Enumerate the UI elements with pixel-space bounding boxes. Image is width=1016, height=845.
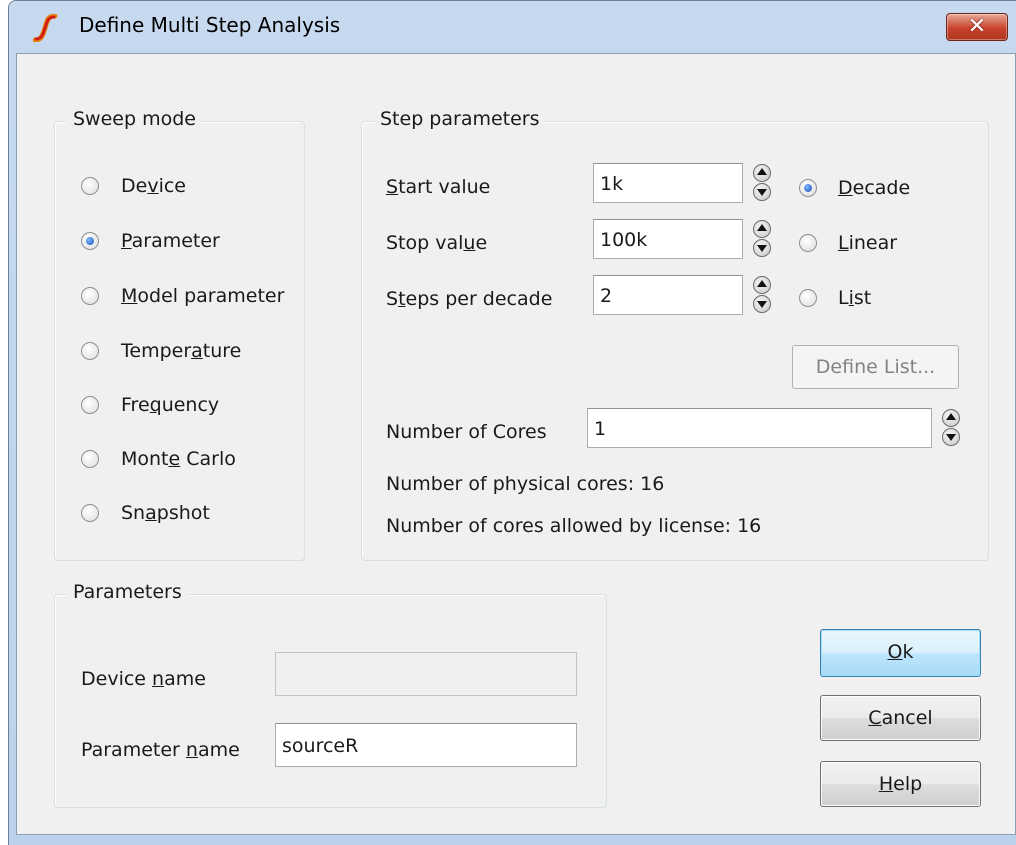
sweep-mode-title: Sweep mode (67, 108, 202, 130)
parameter-name-label: Parameter name (81, 739, 240, 761)
radio-label: Monte Carlo (121, 448, 236, 470)
define-list-button[interactable]: Define List... (792, 345, 959, 389)
dialog-client-area: Sweep mode Device Parameter Model parame… (16, 53, 1016, 835)
stop-value-label: Stop value (386, 232, 488, 254)
parameters-group: Parameters Device name Parameter name so… (54, 581, 607, 808)
parameter-name-field[interactable]: sourceR (275, 723, 577, 767)
close-icon: ✕ (967, 14, 987, 39)
close-button[interactable]: ✕ (946, 13, 1008, 41)
title-bar[interactable]: Define Multi Step Analysis ✕ (9, 1, 1016, 53)
radio-button[interactable] (799, 289, 817, 307)
spin-down-icon[interactable] (753, 239, 771, 257)
start-value-field[interactable]: 1k (593, 163, 743, 203)
steps-per-decade-spinner[interactable] (753, 275, 771, 315)
spin-down-icon[interactable] (942, 428, 960, 446)
number-of-cores-spinner[interactable] (942, 408, 960, 448)
window-title: Define Multi Step Analysis (79, 13, 341, 37)
steps-per-decade-field[interactable]: 2 (593, 275, 743, 315)
start-value-label: Start value (386, 176, 491, 198)
steps-per-decade-label: Steps per decade (386, 288, 553, 310)
physical-cores-text: Number of physical cores: 16 (386, 473, 665, 495)
radio-button-selected[interactable] (81, 232, 99, 250)
radio-label: Model parameter (121, 285, 285, 307)
step-parameters-title: Step parameters (374, 108, 546, 130)
radio-button-selected[interactable] (799, 179, 817, 197)
start-value-spinner[interactable] (753, 163, 771, 203)
radio-label: Frequency (121, 394, 220, 416)
radio-label: Device (121, 175, 186, 197)
spin-down-icon[interactable] (753, 183, 771, 201)
number-of-cores-label: Number of Cores (386, 421, 547, 443)
radio-button[interactable] (81, 396, 99, 414)
spin-down-icon[interactable] (753, 295, 771, 313)
simetrix-logo-icon (33, 14, 58, 42)
license-cores-text: Number of cores allowed by license: 16 (386, 515, 762, 537)
radio-label: Decade (838, 177, 911, 199)
device-name-label: Device name (81, 668, 206, 690)
sweep-mode-group: Sweep mode Device Parameter Model parame… (54, 108, 305, 561)
step-parameters-group: Step parameters Start value 1k Stop valu… (361, 108, 989, 561)
radio-label: Snapshot (121, 502, 210, 524)
spin-up-icon[interactable] (753, 220, 771, 238)
spin-up-icon[interactable] (753, 164, 771, 182)
radio-button[interactable] (81, 287, 99, 305)
radio-label: Parameter (121, 230, 220, 252)
radio-button[interactable] (81, 177, 99, 195)
parameters-title: Parameters (67, 581, 188, 603)
radio-button[interactable] (799, 234, 817, 252)
stop-value-field[interactable]: 100k (593, 219, 743, 259)
device-name-field[interactable] (275, 652, 577, 696)
dialog-window: Define Multi Step Analysis ✕ Sweep mode … (8, 0, 1016, 845)
radio-label: List (838, 287, 872, 309)
cancel-button[interactable]: Cancel (820, 695, 981, 741)
radio-label: Linear (838, 232, 898, 254)
radio-button[interactable] (81, 342, 99, 360)
radio-button[interactable] (81, 450, 99, 468)
spin-up-icon[interactable] (942, 409, 960, 427)
stop-value-spinner[interactable] (753, 219, 771, 259)
help-button[interactable]: Help (820, 761, 981, 807)
spin-up-icon[interactable] (753, 276, 771, 294)
radio-button[interactable] (81, 504, 99, 522)
radio-label: Temperature (121, 340, 242, 362)
number-of-cores-field[interactable]: 1 (587, 408, 932, 448)
ok-button[interactable]: Ok (820, 629, 981, 677)
